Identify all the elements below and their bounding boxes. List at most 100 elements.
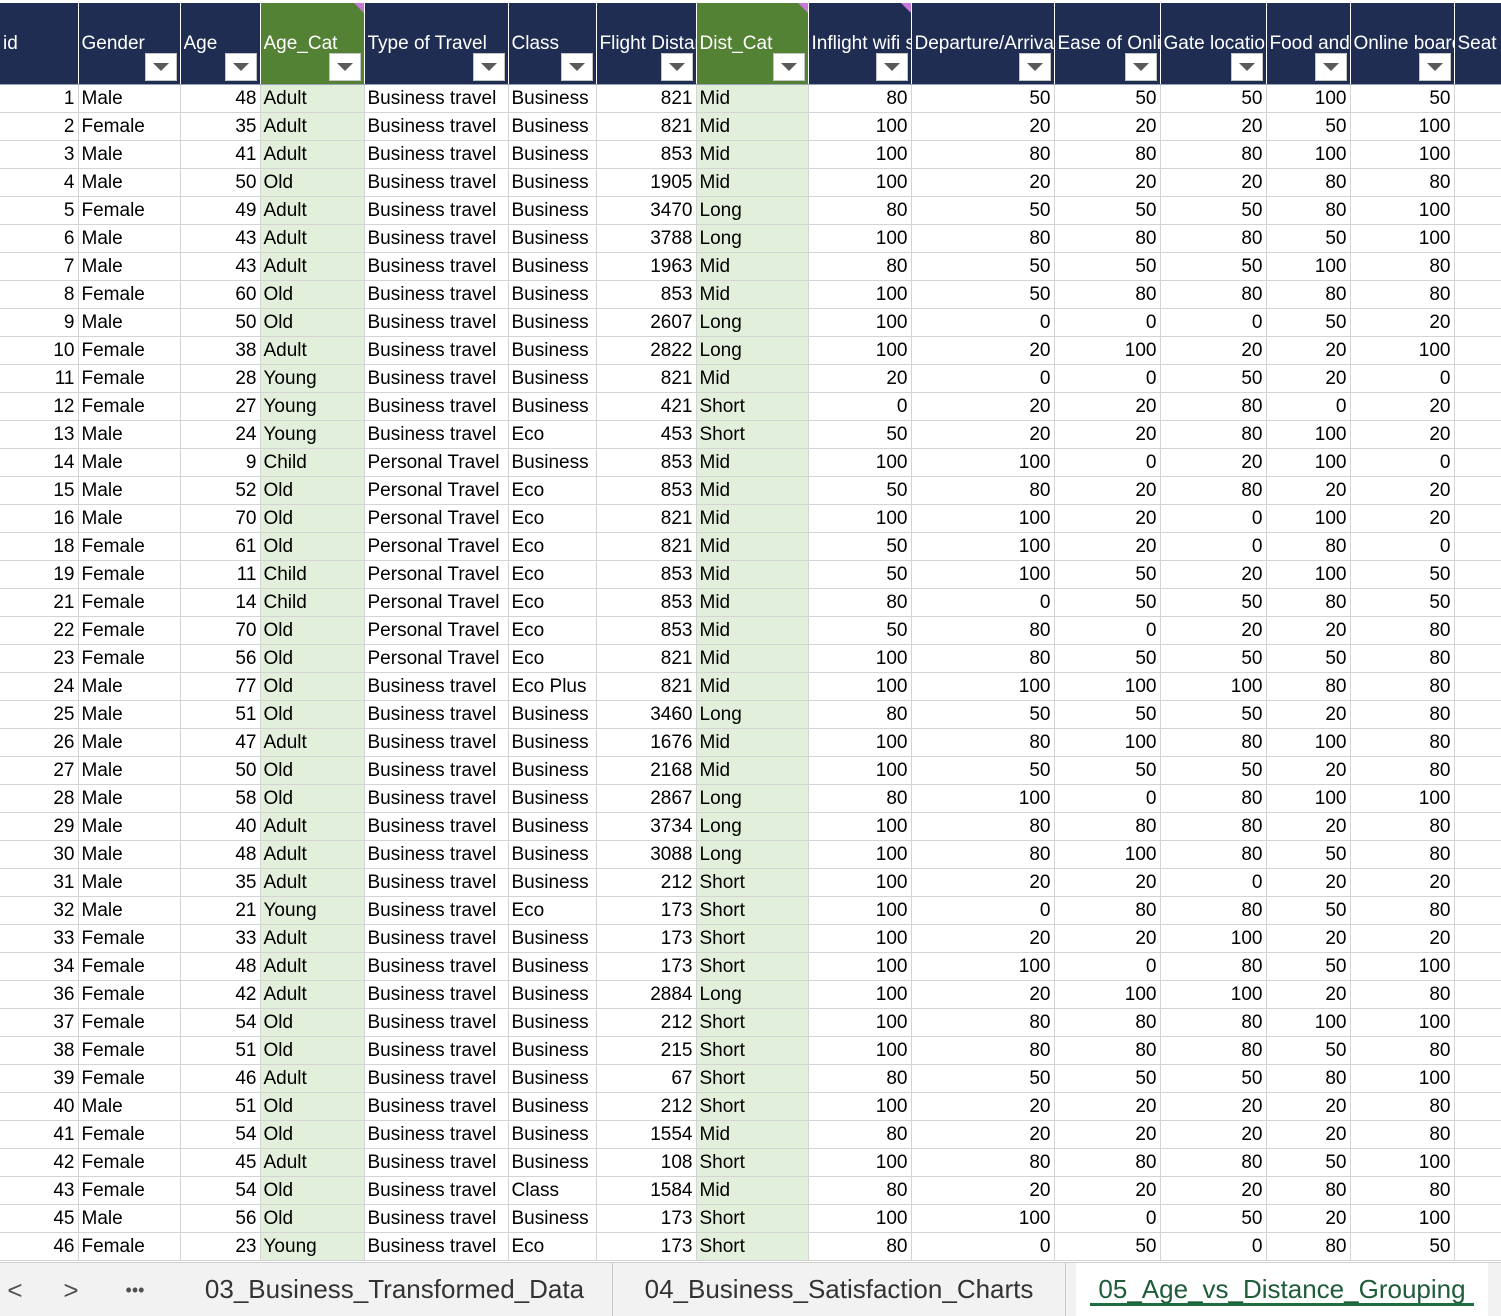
cell-distance[interactable]: 1963 bbox=[596, 252, 697, 281]
cell-dist-cat[interactable]: Mid bbox=[696, 504, 809, 533]
cell-seat[interactable] bbox=[1454, 224, 1501, 253]
cell-online-boarding[interactable]: 100 bbox=[1350, 1148, 1455, 1177]
column-header-travel[interactable]: Type of Travel bbox=[364, 0, 509, 85]
cell-gate[interactable]: 80 bbox=[1160, 476, 1267, 505]
cell-online-booking[interactable]: 50 bbox=[1054, 700, 1161, 729]
cell-online-boarding[interactable]: 100 bbox=[1350, 1064, 1455, 1093]
cell-dist-cat[interactable]: Mid bbox=[696, 616, 809, 645]
cell-gender[interactable]: Female bbox=[78, 1008, 181, 1037]
cell-food[interactable]: 80 bbox=[1266, 1232, 1351, 1261]
cell-travel[interactable]: Business travel bbox=[364, 308, 509, 337]
cell-dep-arr[interactable]: 80 bbox=[911, 728, 1055, 757]
cell-gender[interactable]: Female bbox=[78, 532, 181, 561]
cell-gender[interactable]: Female bbox=[78, 1036, 181, 1065]
cell-id[interactable]: 15 bbox=[0, 476, 79, 505]
cell-dep-arr[interactable]: 0 bbox=[911, 364, 1055, 393]
cell-class[interactable]: Business bbox=[508, 840, 597, 869]
cell-id[interactable]: 29 bbox=[0, 812, 79, 841]
cell-travel[interactable]: Business travel bbox=[364, 756, 509, 785]
cell-class[interactable]: Business bbox=[508, 924, 597, 953]
cell-online-boarding[interactable]: 100 bbox=[1350, 224, 1455, 253]
cell-age[interactable]: 43 bbox=[180, 252, 261, 281]
cell-class[interactable]: Business bbox=[508, 280, 597, 309]
cell-wifi[interactable]: 100 bbox=[808, 812, 912, 841]
cell-dist-cat[interactable]: Mid bbox=[696, 476, 809, 505]
cell-food[interactable]: 100 bbox=[1266, 140, 1351, 169]
cell-travel[interactable]: Business travel bbox=[364, 672, 509, 701]
cell-age[interactable]: 35 bbox=[180, 112, 261, 141]
cell-age-cat[interactable]: Adult bbox=[260, 112, 365, 141]
cell-distance[interactable]: 853 bbox=[596, 476, 697, 505]
cell-travel[interactable]: Business travel bbox=[364, 924, 509, 953]
cell-gender[interactable]: Male bbox=[78, 756, 181, 785]
cell-id[interactable]: 23 bbox=[0, 644, 79, 673]
column-header-age[interactable]: Age bbox=[180, 0, 261, 85]
cell-gender[interactable]: Male bbox=[78, 252, 181, 281]
cell-online-booking[interactable]: 100 bbox=[1054, 336, 1161, 365]
cell-travel[interactable]: Personal Travel bbox=[364, 532, 509, 561]
cell-id[interactable]: 45 bbox=[0, 1204, 79, 1233]
cell-food[interactable]: 20 bbox=[1266, 868, 1351, 897]
cell-gender[interactable]: Male bbox=[78, 420, 181, 449]
cell-id[interactable]: 39 bbox=[0, 1064, 79, 1093]
cell-dist-cat[interactable]: Long bbox=[696, 336, 809, 365]
cell-class[interactable]: Business bbox=[508, 700, 597, 729]
cell-gate[interactable]: 80 bbox=[1160, 392, 1267, 421]
cell-age-cat[interactable]: Adult bbox=[260, 980, 365, 1009]
cell-gender[interactable]: Male bbox=[78, 140, 181, 169]
cell-seat[interactable] bbox=[1454, 504, 1501, 533]
cell-online-boarding[interactable]: 80 bbox=[1350, 980, 1455, 1009]
cell-food[interactable]: 80 bbox=[1266, 532, 1351, 561]
cell-class[interactable]: Eco Plus bbox=[508, 672, 597, 701]
cell-food[interactable]: 100 bbox=[1266, 252, 1351, 281]
cell-age-cat[interactable]: Child bbox=[260, 560, 365, 589]
cell-id[interactable]: 1 bbox=[0, 84, 79, 113]
cell-online-boarding[interactable]: 50 bbox=[1350, 560, 1455, 589]
cell-dep-arr[interactable]: 80 bbox=[911, 1008, 1055, 1037]
cell-id[interactable]: 42 bbox=[0, 1148, 79, 1177]
cell-age[interactable]: 48 bbox=[180, 952, 261, 981]
cell-online-boarding[interactable]: 0 bbox=[1350, 448, 1455, 477]
cell-gender[interactable]: Female bbox=[78, 616, 181, 645]
cell-online-booking[interactable]: 0 bbox=[1054, 1204, 1161, 1233]
cell-age-cat[interactable]: Adult bbox=[260, 868, 365, 897]
cell-wifi[interactable]: 100 bbox=[808, 504, 912, 533]
cell-id[interactable]: 36 bbox=[0, 980, 79, 1009]
cell-dep-arr[interactable]: 80 bbox=[911, 476, 1055, 505]
cell-age-cat[interactable]: Adult bbox=[260, 252, 365, 281]
cell-online-booking[interactable]: 50 bbox=[1054, 84, 1161, 113]
cell-gender[interactable]: Male bbox=[78, 84, 181, 113]
cell-food[interactable]: 20 bbox=[1266, 1204, 1351, 1233]
cell-wifi[interactable]: 100 bbox=[808, 672, 912, 701]
cell-age[interactable]: 47 bbox=[180, 728, 261, 757]
cell-wifi[interactable]: 100 bbox=[808, 1204, 912, 1233]
cell-online-booking[interactable]: 80 bbox=[1054, 812, 1161, 841]
cell-seat[interactable] bbox=[1454, 952, 1501, 981]
cell-distance[interactable]: 173 bbox=[596, 1232, 697, 1261]
cell-online-boarding[interactable]: 100 bbox=[1350, 196, 1455, 225]
cell-dep-arr[interactable]: 80 bbox=[911, 644, 1055, 673]
column-header-gate[interactable]: Gate location bbox=[1160, 0, 1267, 85]
cell-online-boarding[interactable]: 80 bbox=[1350, 1120, 1455, 1149]
cell-distance[interactable]: 421 bbox=[596, 392, 697, 421]
cell-age[interactable]: 51 bbox=[180, 1092, 261, 1121]
cell-travel[interactable]: Personal Travel bbox=[364, 476, 509, 505]
cell-age-cat[interactable]: Old bbox=[260, 1092, 365, 1121]
cell-age-cat[interactable]: Old bbox=[260, 672, 365, 701]
cell-dep-arr[interactable]: 50 bbox=[911, 1064, 1055, 1093]
cell-dep-arr[interactable]: 20 bbox=[911, 980, 1055, 1009]
cell-dist-cat[interactable]: Short bbox=[696, 1064, 809, 1093]
cell-id[interactable]: 5 bbox=[0, 196, 79, 225]
cell-distance[interactable]: 173 bbox=[596, 1204, 697, 1233]
cell-id[interactable]: 40 bbox=[0, 1092, 79, 1121]
cell-online-booking[interactable]: 80 bbox=[1054, 896, 1161, 925]
cell-id[interactable]: 32 bbox=[0, 896, 79, 925]
cell-age[interactable]: 28 bbox=[180, 364, 261, 393]
cell-distance[interactable]: 108 bbox=[596, 1148, 697, 1177]
cell-travel[interactable]: Personal Travel bbox=[364, 504, 509, 533]
cell-online-booking[interactable]: 50 bbox=[1054, 1064, 1161, 1093]
cell-class[interactable]: Business bbox=[508, 1204, 597, 1233]
cell-seat[interactable] bbox=[1454, 784, 1501, 813]
cell-travel[interactable]: Business travel bbox=[364, 280, 509, 309]
cell-gender[interactable]: Female bbox=[78, 980, 181, 1009]
